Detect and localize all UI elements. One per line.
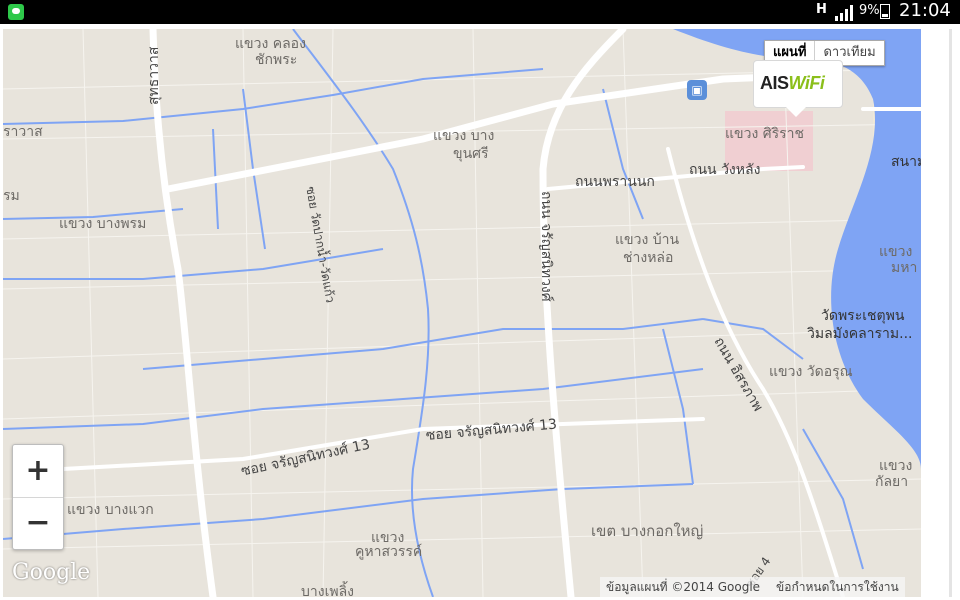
battery-icon [880, 4, 890, 19]
status-bar: H 9% 21:04 [0, 0, 960, 24]
label-left-edge-mid: รม [3, 188, 20, 204]
label-bang-phrom: แขวง บางพรม [59, 216, 147, 232]
road-label-sutthawat: สุทธาวาส [146, 46, 162, 105]
map-data-credit: ข้อมูลแผนที่ ©2014 Google [606, 580, 761, 594]
zoom-in-button[interactable]: + [13, 445, 63, 498]
ais-wifi-marker[interactable]: AISWiFi [753, 60, 843, 117]
battery-percent: 9% [859, 3, 880, 18]
road-label-phran-nok: ถนนพรานนก [575, 174, 655, 190]
label-wat-arun: แขวง วัดอรุณ [769, 364, 853, 380]
train-station-icon[interactable]: ▣ [687, 80, 707, 100]
label-bang-khun-si-2: ขุนศรี [453, 146, 489, 162]
label-left-edge-top: ราวาส [3, 124, 43, 140]
zoom-out-button[interactable]: − [13, 497, 63, 549]
map-attribution: ข้อมูลแผนที่ ©2014 Google ข้อกำหนดในการใช… [600, 577, 905, 597]
ais-wifi-logo: AISWiFi [760, 73, 825, 93]
label-right-lower-2: กัลยา [875, 474, 909, 490]
label-sanam: สนาม [891, 154, 921, 170]
road-label-wang-lang: ถนน วังหลัง [689, 162, 761, 178]
label-khuha-sawan-2: คูหาสวรรค์ [355, 544, 423, 560]
clock: 21:04 [899, 0, 951, 21]
network-type: H [816, 2, 827, 17]
label-district-bangkok-yai: เขต บางกอกใหญ่ [591, 522, 704, 540]
label-khlong-chak-phra-2: ชักพระ [255, 52, 298, 68]
signal-icon [835, 5, 853, 21]
road-label-charan-sanitwong: ถนน จรัญสนิทวงศ์ [538, 191, 554, 302]
label-siriraj: แขวง ศิริราช [725, 126, 805, 142]
label-bang-waek: แขวง บางแวก [67, 502, 154, 518]
zoom-control: + − [12, 444, 64, 550]
label-wat-pho-2: วิมลมังคลาราม... [807, 326, 913, 342]
map-canvas[interactable]: แขวง คลอง ชักพระ ราวาส รม แขวง บาง ขุนศร… [3, 29, 921, 597]
label-bottom: บางเพลิ้ง [301, 584, 355, 597]
page-scrollbar[interactable] [949, 29, 952, 597]
terms-of-use-link[interactable]: ข้อกำหนดในการใช้งาน [776, 580, 899, 594]
label-right-edge-2: มหา [891, 260, 918, 276]
google-logo[interactable]: Google [12, 560, 90, 585]
label-ban-chang-lo-2: ช่างหล่อ [623, 250, 674, 266]
line-app-icon [8, 4, 24, 20]
